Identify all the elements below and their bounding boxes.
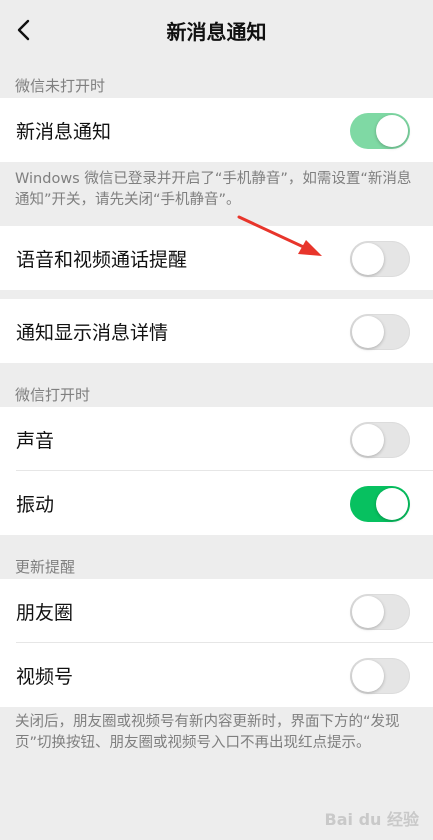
sound-toggle[interactable] xyxy=(350,422,410,458)
annotation-arrow-icon xyxy=(237,215,322,256)
notification-settings-page: 新消息通知 微信未打开时 新消息通知 Windows 微信已登录并开启了“手机静… xyxy=(0,0,433,840)
row-vibrate: 振动 xyxy=(0,471,433,535)
channels-toggle[interactable] xyxy=(350,658,410,694)
row-moments: 朋友圈 xyxy=(0,579,433,643)
row-label-moments: 朋友圈 xyxy=(16,602,74,624)
toggle-knob xyxy=(352,424,384,456)
toggle-knob xyxy=(376,115,408,147)
row-label-new-message: 新消息通知 xyxy=(16,121,112,143)
row-new-message: 新消息通知 xyxy=(0,98,433,162)
row-voice-video-call: 语音和视频通话提醒 xyxy=(0,226,433,290)
vibrate-toggle[interactable] xyxy=(350,486,410,522)
row-label-voice-video-call: 语音和视频通话提醒 xyxy=(16,249,188,271)
nav-bar: 新消息通知 xyxy=(0,0,433,60)
section-caption-wechat-open: 微信打开时 xyxy=(15,386,91,404)
mute-hint-note: Windows 微信已登录并开启了“手机静音”，如需设置“新消息通知”开关，请先… xyxy=(15,171,412,208)
row-show-details: 通知显示消息详情 xyxy=(0,299,433,363)
toggle-knob xyxy=(352,316,384,348)
row-channels: 视频号 xyxy=(0,643,433,707)
page-title: 新消息通知 xyxy=(166,20,267,44)
toggle-knob xyxy=(352,243,384,275)
show-details-toggle[interactable] xyxy=(350,314,410,350)
voice-video-call-toggle[interactable] xyxy=(350,241,410,277)
new-message-toggle[interactable] xyxy=(350,113,410,149)
row-label-show-details: 通知显示消息详情 xyxy=(16,322,169,344)
row-label-channels: 视频号 xyxy=(16,666,74,688)
moments-toggle[interactable] xyxy=(350,594,410,630)
watermark-logo: Bai du 经验 xyxy=(324,810,419,829)
section-caption-updates: 更新提醒 xyxy=(15,558,76,576)
toggle-knob xyxy=(352,660,384,692)
row-label-sound: 声音 xyxy=(16,430,55,452)
update-reminder-note: 关闭后，朋友圈或视频号有新内容更新时，界面下方的“发现页”切换按钮、朋友圈或视频… xyxy=(15,714,400,751)
row-sound: 声音 xyxy=(0,407,433,471)
section-caption-wechat-closed: 微信未打开时 xyxy=(15,77,106,95)
toggle-knob xyxy=(352,596,384,628)
toggle-knob xyxy=(376,488,408,520)
row-label-vibrate: 振动 xyxy=(16,494,55,516)
